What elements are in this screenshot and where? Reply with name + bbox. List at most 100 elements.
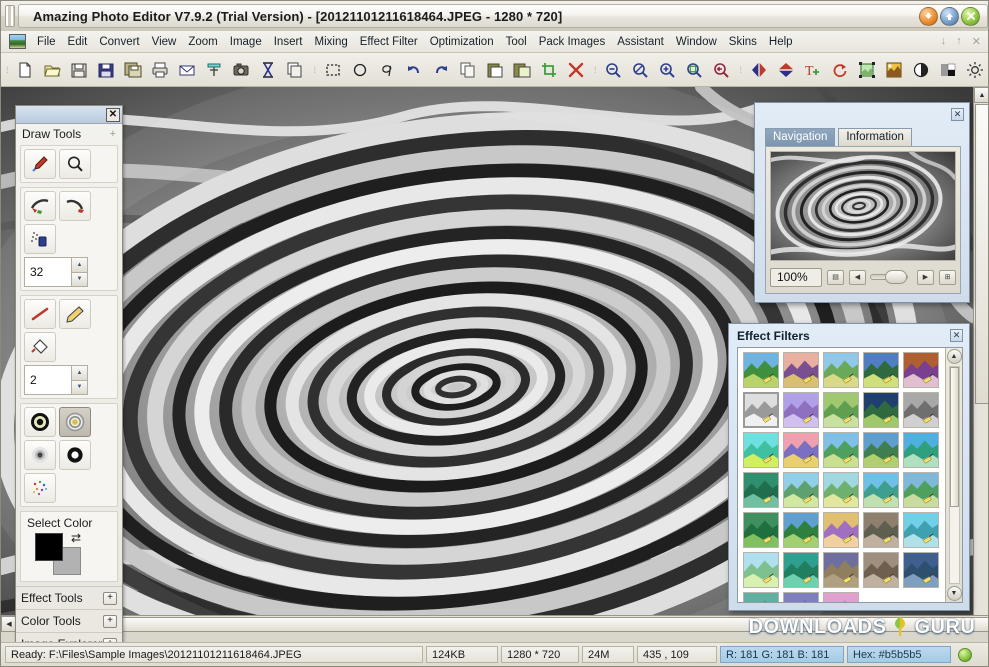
effect-tools-expand-button[interactable]: + <box>103 591 117 605</box>
canvas-horizontal-scrollbar[interactable]: ◀ <box>1 615 988 632</box>
filter-violet[interactable] <box>783 392 819 428</box>
camera-icon[interactable] <box>229 57 254 82</box>
menu-file[interactable]: File <box>31 34 62 50</box>
scanner-icon[interactable] <box>202 57 227 82</box>
zoom-increase-icon[interactable]: ▶ <box>917 269 934 285</box>
toolbar-handle-2[interactable]: ⁞ <box>309 65 320 75</box>
menu-effect-filter[interactable]: Effect Filter <box>354 34 424 50</box>
flip-horizontal-icon[interactable] <box>746 57 771 82</box>
filter-soft[interactable] <box>903 472 939 508</box>
ring-tool[interactable] <box>59 440 91 470</box>
filter-original[interactable] <box>743 352 779 388</box>
color-tools-expand-button[interactable]: + <box>103 614 117 628</box>
filter-ripple[interactable] <box>903 432 939 468</box>
menu-optimization[interactable]: Optimization <box>424 34 500 50</box>
filter-sharp[interactable] <box>863 352 899 388</box>
filter-solarize[interactable] <box>823 552 859 588</box>
mdi-close-button[interactable]: ✕ <box>972 35 981 48</box>
filter-pixelate[interactable] <box>823 432 859 468</box>
menu-insert[interactable]: Insert <box>268 34 309 50</box>
filter-cyan[interactable] <box>903 512 939 548</box>
menu-edit[interactable]: Edit <box>62 34 94 50</box>
effect-tools-expander[interactable]: Effect Tools + <box>16 586 122 609</box>
zoom-fit-icon[interactable] <box>628 57 653 82</box>
horizontal-scroll-thumb[interactable] <box>18 616 988 632</box>
filter-sphere[interactable] <box>743 472 779 508</box>
effect-filters-scrollbar[interactable]: ▲ ▼ <box>945 348 962 602</box>
filter-halftone[interactable] <box>743 432 779 468</box>
filter-pastel[interactable] <box>823 472 859 508</box>
canvas-vertical-scrollbar[interactable]: ▲ <box>973 87 988 615</box>
filter-rainbow[interactable] <box>823 512 859 548</box>
filter-mosaic[interactable] <box>823 392 859 428</box>
filter-psychedelic[interactable] <box>903 352 939 388</box>
menu-window[interactable]: Window <box>670 34 723 50</box>
menu-assistant[interactable]: Assistant <box>611 34 670 50</box>
resize-image-icon[interactable] <box>854 57 879 82</box>
copies-icon[interactable] <box>283 57 308 82</box>
effect-filters-scroll-track[interactable] <box>948 366 960 584</box>
tab-navigation[interactable]: Navigation <box>765 128 836 146</box>
draw-palette-close-button[interactable]: ✕ <box>106 107 120 122</box>
brush-size-up-button[interactable]: ▲ <box>71 257 88 272</box>
eraser-brush-tool[interactable] <box>59 191 91 221</box>
lasso-icon[interactable] <box>374 57 399 82</box>
menu-tool[interactable]: Tool <box>500 34 533 50</box>
filled-circle-tool[interactable] <box>24 407 56 437</box>
radial-gradient-tool[interactable] <box>59 407 91 437</box>
save-all-icon[interactable] <box>121 57 146 82</box>
brightness-icon[interactable] <box>962 57 987 82</box>
filter-frame[interactable] <box>743 512 779 548</box>
filter-light[interactable] <box>743 552 779 588</box>
zoom-actual-icon[interactable] <box>682 57 707 82</box>
save-icon[interactable] <box>67 57 92 82</box>
brush-size-stepper[interactable]: 32 ▲ ▼ <box>24 257 88 287</box>
filter-sepia[interactable] <box>863 552 899 588</box>
delete-icon[interactable] <box>563 57 588 82</box>
effect-filters-scroll-thumb[interactable] <box>949 367 959 507</box>
line-width-down-button[interactable]: ▼ <box>71 379 88 395</box>
paste-special-icon[interactable] <box>509 57 534 82</box>
save-blue-icon[interactable] <box>94 57 119 82</box>
filter-lines[interactable] <box>743 392 779 428</box>
zoom-in-icon[interactable] <box>655 57 680 82</box>
toolbar-handle-4[interactable]: ⁞ <box>735 65 746 75</box>
menu-zoom[interactable]: Zoom <box>182 34 223 50</box>
zoom-slider[interactable] <box>870 270 908 284</box>
filter-pink[interactable] <box>783 432 819 468</box>
mdi-restore-button[interactable]: ↑ <box>956 35 962 48</box>
filter-magenta[interactable] <box>823 592 859 602</box>
line-width-stepper[interactable]: 2 ▲ ▼ <box>24 365 88 395</box>
navigation-close-button[interactable]: ✕ <box>951 108 964 121</box>
zoom-level-value[interactable]: 100% <box>770 267 822 287</box>
eyedropper-tool[interactable] <box>24 149 56 179</box>
add-text-icon[interactable]: T <box>800 57 825 82</box>
filter-indigo[interactable] <box>783 592 819 602</box>
filter-noise[interactable] <box>783 472 819 508</box>
line-width-value[interactable]: 2 <box>24 365 71 395</box>
filter-smear[interactable] <box>863 512 899 548</box>
magnifier-tool[interactable] <box>59 149 91 179</box>
effect-filters-close-button[interactable]: ✕ <box>950 329 963 342</box>
airbrush-tool[interactable] <box>24 224 56 254</box>
effect-filter-icon[interactable] <box>881 57 906 82</box>
color-tools-expander[interactable]: Color Tools + <box>16 609 122 632</box>
filter-teal[interactable] <box>743 592 779 602</box>
brush-size-value[interactable]: 32 <box>24 257 71 287</box>
zoom-back-icon[interactable] <box>709 57 734 82</box>
zoom-decrease-icon[interactable]: ◀ <box>849 269 866 285</box>
menu-convert[interactable]: Convert <box>93 34 145 50</box>
mdi-minimize-button[interactable]: ↓ <box>941 35 947 48</box>
zoom-add-icon[interactable]: ⊞ <box>939 269 956 285</box>
navigation-thumbnail[interactable] <box>770 151 956 261</box>
redo-icon[interactable] <box>428 57 453 82</box>
new-file-icon[interactable] <box>13 57 38 82</box>
menu-help[interactable]: Help <box>763 34 799 50</box>
toolbar-handle-1[interactable]: ⁞ <box>1 65 12 75</box>
flip-vertical-icon[interactable] <box>773 57 798 82</box>
grayscale-icon[interactable] <box>935 57 960 82</box>
line-width-up-button[interactable]: ▲ <box>71 365 88 380</box>
filter-twirl[interactable] <box>783 552 819 588</box>
open-folder-icon[interactable] <box>40 57 65 82</box>
filter-blur[interactable] <box>823 352 859 388</box>
